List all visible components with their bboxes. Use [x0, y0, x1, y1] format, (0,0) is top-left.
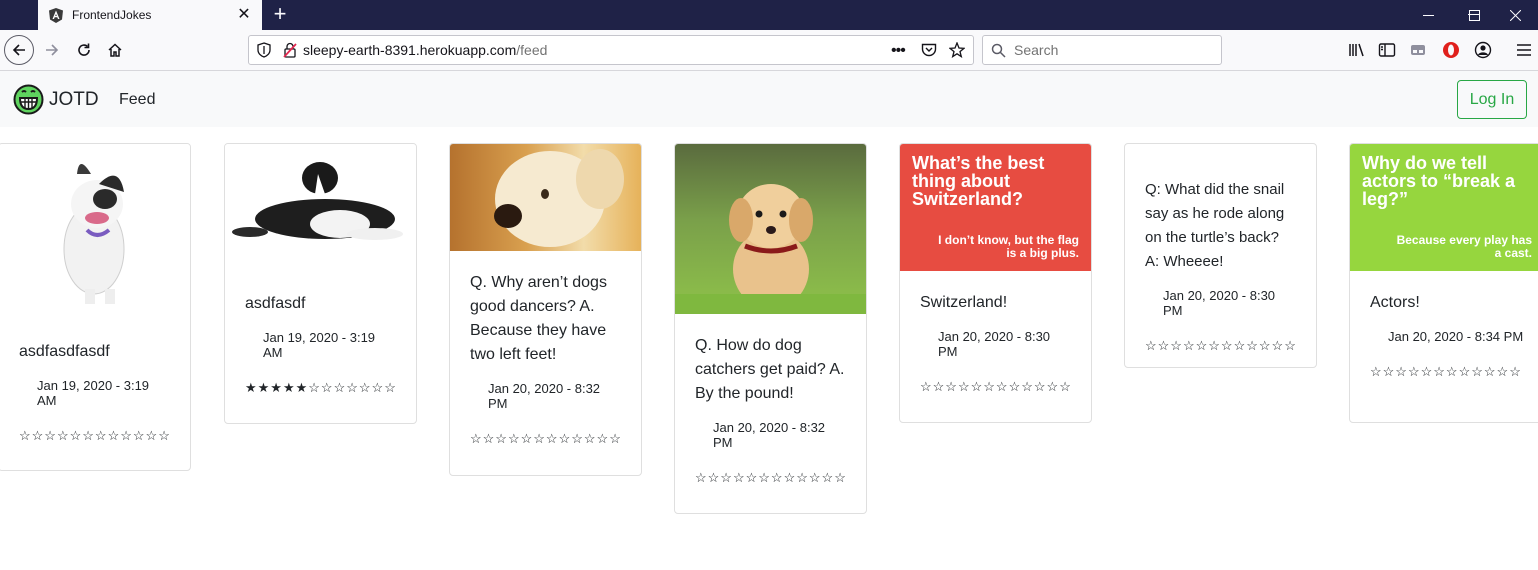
rating-stars[interactable]: ☆☆☆☆☆☆☆☆☆☆☆☆	[470, 431, 621, 447]
forward-arrow-icon[interactable]	[38, 36, 66, 64]
meme-title: What’s the best thing about Switzerland?	[912, 153, 1045, 209]
home-icon[interactable]	[101, 36, 129, 64]
login-button[interactable]: Log In	[1457, 80, 1527, 119]
app-navbar: JOTD Feed Log In	[0, 71, 1538, 127]
joke-card: Q. How do dog catchers get paid? A. By t…	[674, 143, 867, 514]
joke-text: Switzerland!	[920, 294, 1008, 311]
new-tab-icon[interactable]: +	[268, 3, 292, 27]
library-icon[interactable]	[1347, 40, 1367, 60]
pocket-icon[interactable]	[921, 43, 937, 58]
tab-title: FrontendJokes	[72, 8, 152, 22]
border-collie-image	[225, 144, 416, 272]
bookmark-star-icon[interactable]	[949, 42, 965, 58]
joke-date: Jan 20, 2020 - 8:30 PM	[938, 329, 1051, 359]
joke-text: Actors!	[1370, 294, 1420, 311]
meme-answer: Because every play has a cast.	[1396, 233, 1532, 260]
meme-answer: I don’t know, but the flag is a big plus…	[938, 233, 1079, 260]
url-text: sleepy-earth-8391.herokuapp.com/feed	[303, 42, 547, 58]
joke-date: Jan 20, 2020 - 8:34 PM	[1388, 329, 1524, 344]
browser-tab[interactable]: FrontendJokes ✕	[38, 0, 262, 30]
meme-title: Why do we tell actors to “break a leg?”	[1362, 153, 1516, 209]
minimize-button[interactable]	[1405, 0, 1451, 30]
search-bar[interactable]: Search	[982, 35, 1222, 65]
joke-text: Q: What did the snail say as he rode alo…	[1145, 181, 1285, 270]
switzerland-meme-image: What’s the best thing about Switzerland?…	[900, 144, 1091, 271]
browser-tab-strip: FrontendJokes ✕ +	[0, 0, 1538, 30]
sidebar-icon[interactable]	[1377, 40, 1397, 60]
joke-text: asdfasdfasdf	[19, 343, 110, 360]
nav-link-feed[interactable]: Feed	[119, 91, 155, 109]
joke-date: Jan 20, 2020 - 8:32 PM	[488, 381, 601, 411]
browser-toolbar: sleepy-earth-8391.herokuapp.com/feed •••…	[0, 30, 1538, 71]
rating-stars[interactable]: ☆☆☆☆☆☆☆☆☆☆☆☆	[695, 470, 846, 486]
container-tabs-icon[interactable]	[1408, 40, 1428, 60]
joke-card: asdfasdfasdf Jan 19, 2020 - 3:19 AM ☆☆☆☆…	[0, 143, 191, 471]
url-domain: sleepy-earth-8391.herokuapp.com	[303, 42, 517, 58]
rating-stars[interactable]: ☆☆☆☆☆☆☆☆☆☆☆☆	[19, 428, 170, 444]
joke-card: Q. Why aren’t dogs good dancers? A. Beca…	[449, 143, 642, 476]
maximize-button[interactable]	[1451, 0, 1497, 30]
insecure-lock-icon[interactable]	[283, 42, 297, 58]
menu-hamburger-icon[interactable]	[1514, 40, 1534, 60]
brand-link[interactable]: JOTD	[13, 84, 99, 115]
joke-card: Q: What did the snail say as he rode alo…	[1124, 143, 1317, 368]
joke-card: What’s the best thing about Switzerland?…	[899, 143, 1092, 423]
joke-date: Jan 20, 2020 - 8:30 PM	[1163, 288, 1276, 318]
labrador-puppy-image	[450, 144, 641, 251]
joke-date: Jan 19, 2020 - 3:19 AM	[37, 378, 150, 408]
search-icon	[991, 43, 1006, 58]
rating-stars[interactable]: ★★★★★☆☆☆☆☆☆☆	[245, 380, 396, 396]
french-bulldog-image	[0, 144, 190, 320]
joke-text: asdfasdf	[245, 295, 306, 312]
page-actions-icon[interactable]: •••	[891, 42, 906, 60]
joke-date: Jan 20, 2020 - 8:32 PM	[713, 420, 826, 450]
reload-icon[interactable]	[70, 36, 98, 64]
joke-text: Q. How do dog catchers get paid? A. By t…	[695, 337, 845, 402]
account-icon[interactable]	[1473, 40, 1493, 60]
actors-meme-image: Why do we tell actors to “break a leg?” …	[1350, 144, 1538, 271]
rating-stars[interactable]: ☆☆☆☆☆☆☆☆☆☆☆☆	[1370, 364, 1528, 380]
url-path: /feed	[516, 42, 548, 58]
joke-date: Jan 19, 2020 - 3:19 AM	[263, 330, 376, 360]
grinning-face-logo-icon	[13, 84, 44, 115]
joke-text: Q. Why aren’t dogs good dancers? A. Beca…	[470, 274, 607, 363]
golden-puppy-image	[675, 144, 866, 314]
joke-card: Why do we tell actors to “break a leg?” …	[1349, 143, 1538, 423]
opera-extension-icon[interactable]	[1441, 40, 1461, 60]
search-placeholder: Search	[1014, 42, 1059, 58]
close-window-button[interactable]	[1492, 0, 1538, 30]
url-bar[interactable]: sleepy-earth-8391.herokuapp.com/feed •••	[248, 35, 974, 65]
rating-stars[interactable]: ☆☆☆☆☆☆☆☆☆☆☆☆	[1145, 338, 1296, 354]
angular-icon	[48, 7, 64, 23]
joke-card: asdfasdf Jan 19, 2020 - 3:19 AM ★★★★★☆☆☆…	[224, 143, 417, 424]
brand-text: JOTD	[49, 88, 99, 110]
close-tab-icon[interactable]: ✕	[236, 7, 252, 23]
shield-icon[interactable]	[257, 42, 271, 58]
rating-stars[interactable]: ☆☆☆☆☆☆☆☆☆☆☆☆	[920, 379, 1071, 395]
back-arrow-icon[interactable]	[4, 35, 34, 65]
